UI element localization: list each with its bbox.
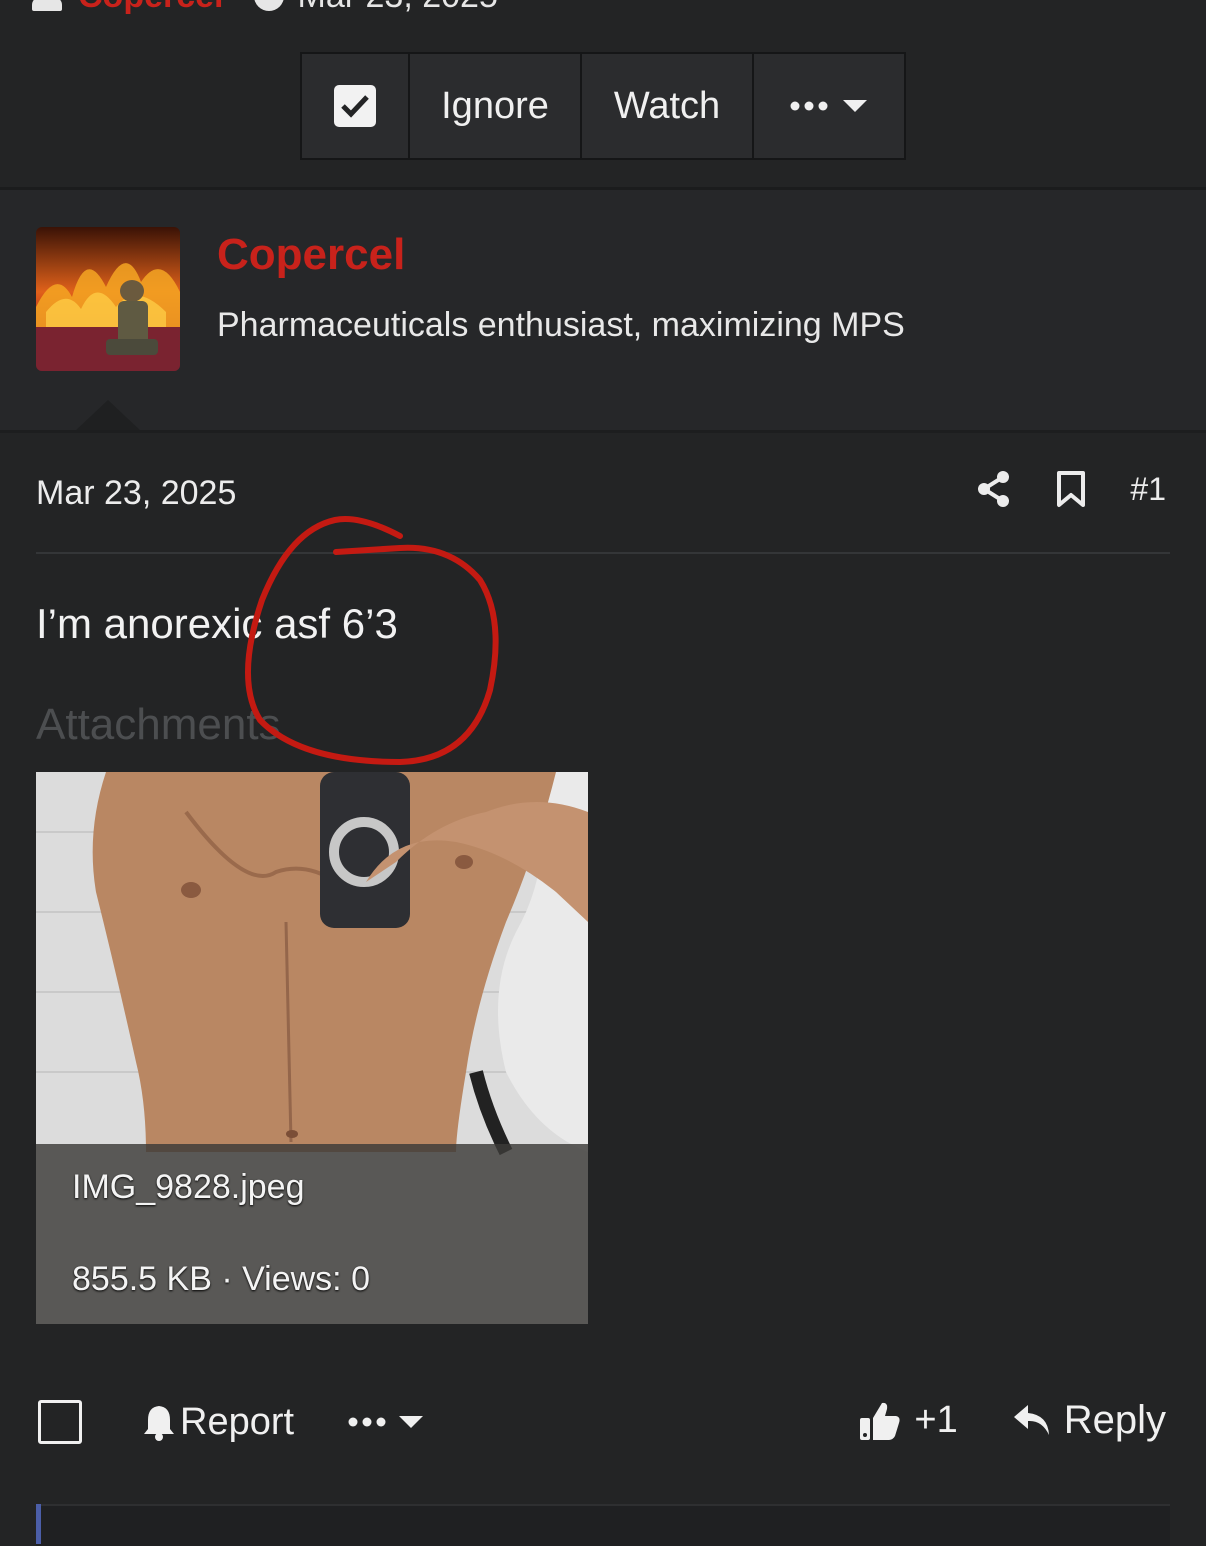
- checkbox-checked-icon[interactable]: [334, 85, 376, 127]
- like-count[interactable]: +1: [914, 1399, 957, 1442]
- post-username[interactable]: Copercel: [217, 230, 405, 280]
- report-button[interactable]: Report: [142, 1401, 294, 1444]
- thread-date[interactable]: Mar 23, 2025: [298, 0, 498, 16]
- checkbox-icon[interactable]: [38, 1400, 82, 1444]
- thumbs-up-icon: [860, 1402, 900, 1440]
- thread-meta: Copercel Mar 23, 2025: [30, 0, 498, 16]
- ellipsis-icon: [790, 101, 828, 111]
- message-user-block: Copercel Pharmaceuticals enthusiast, max…: [0, 190, 1206, 432]
- user-icon: [30, 0, 64, 13]
- attachments-heading: Attachments: [36, 700, 281, 749]
- attachment-filename[interactable]: IMG_9828.jpeg: [72, 1168, 305, 1207]
- caret-down-icon: [843, 100, 867, 112]
- attachment-meta: 855.5 KB · Views: 0: [72, 1260, 370, 1298]
- reply-arrow-icon: [1013, 1404, 1049, 1435]
- thread-toolbar: Ignore Watch: [300, 52, 906, 160]
- post-actions: #1: [976, 470, 1166, 508]
- bookmark-icon[interactable]: [1056, 470, 1086, 508]
- reply-label[interactable]: Reply: [1064, 1398, 1166, 1443]
- message-pointer: [74, 400, 142, 432]
- caret-down-icon: [399, 1416, 424, 1428]
- share-icon[interactable]: [976, 470, 1012, 508]
- post-more-button[interactable]: [348, 1415, 424, 1429]
- post-date[interactable]: Mar 23, 2025: [36, 474, 236, 513]
- divider: [36, 552, 1170, 554]
- next-post-preview: [36, 1504, 1170, 1546]
- clock-icon: [253, 0, 284, 11]
- thread-author[interactable]: Copercel: [78, 0, 224, 16]
- divider: [0, 430, 1206, 433]
- next-post-accent: [36, 1504, 41, 1544]
- post-body: I’m anorexic asf 6’3: [36, 600, 398, 647]
- thread-header: Copercel Mar 23, 2025 Ignore Watch: [0, 0, 1206, 190]
- post-footer-right: +1 Reply: [858, 1398, 1166, 1443]
- attachment-thumbnail[interactable]: IMG_9828.jpeg 855.5 KB · Views: 0: [36, 772, 588, 1324]
- ignore-button[interactable]: Ignore: [410, 54, 582, 158]
- reply-button[interactable]: Reply: [1012, 1398, 1166, 1443]
- post-footer-left: Report: [38, 1400, 424, 1444]
- bell-icon: [144, 1406, 174, 1441]
- select-thread-button[interactable]: [302, 54, 410, 158]
- ellipsis-icon: [348, 1417, 386, 1427]
- user-title: Pharmaceuticals enthusiast, maximizing M…: [217, 306, 905, 344]
- more-options-button[interactable]: [754, 54, 904, 158]
- post-number-link[interactable]: #1: [1130, 471, 1166, 508]
- avatar[interactable]: [36, 227, 180, 371]
- like-button[interactable]: +1: [858, 1399, 958, 1442]
- watch-button[interactable]: Watch: [582, 54, 754, 158]
- report-label[interactable]: Report: [180, 1401, 294, 1444]
